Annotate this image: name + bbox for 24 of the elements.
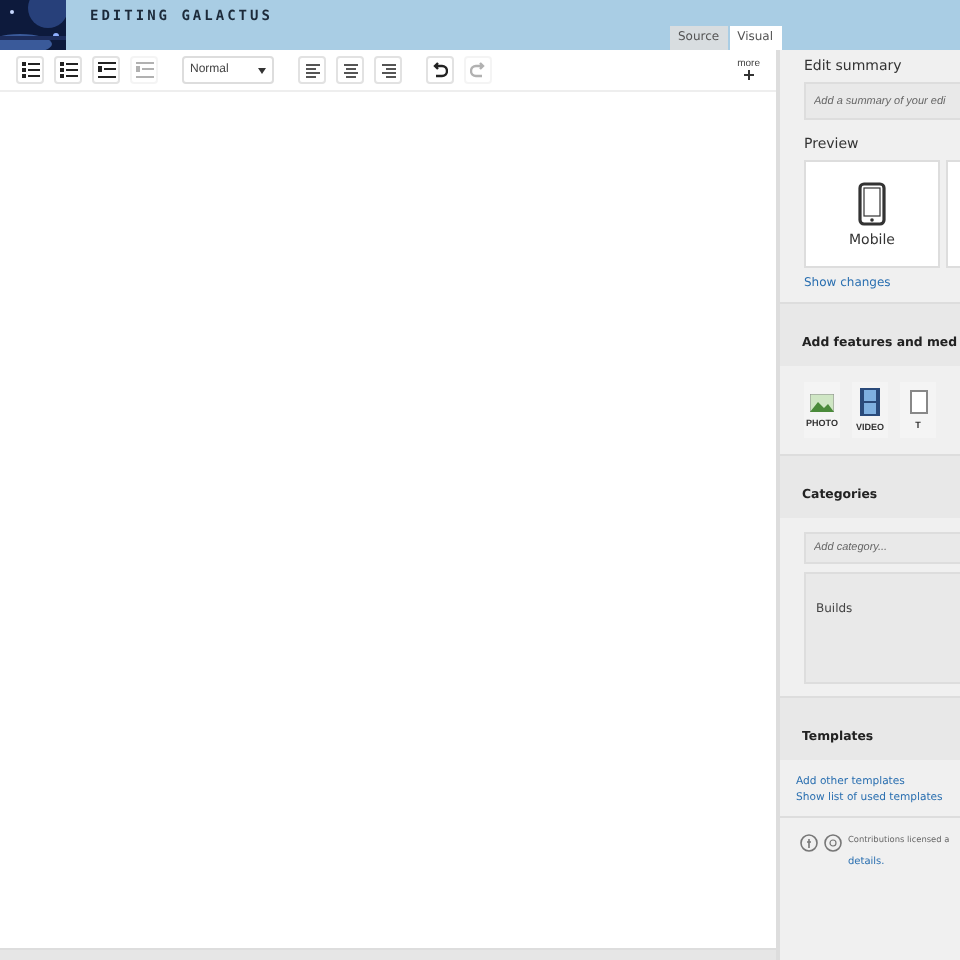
right-button[interactable]	[374, 56, 402, 84]
bullets-button[interactable]	[16, 56, 44, 84]
left-button[interactable]	[298, 56, 326, 84]
license-icon	[824, 834, 842, 852]
outdent-icon	[135, 62, 153, 78]
numbers-button[interactable]	[54, 56, 82, 84]
phone-icon	[858, 181, 886, 225]
document-icon	[909, 390, 927, 414]
align-right-icon	[381, 63, 395, 77]
redo-icon	[470, 62, 486, 78]
film-icon	[860, 388, 880, 416]
indent-icon	[97, 62, 115, 78]
undo-button[interactable]	[426, 56, 454, 84]
attribution-icon	[800, 834, 818, 852]
align-center-icon	[343, 63, 357, 77]
plus-icon	[743, 70, 754, 80]
photo-icon	[810, 393, 834, 411]
caret-icon	[258, 67, 266, 73]
numbered-list-icon	[59, 62, 77, 78]
bullet-list-icon	[21, 62, 39, 78]
center-button[interactable]	[336, 56, 364, 84]
undo-icon	[432, 62, 448, 78]
indent-button[interactable]	[92, 56, 120, 84]
align-left-icon	[305, 63, 319, 77]
